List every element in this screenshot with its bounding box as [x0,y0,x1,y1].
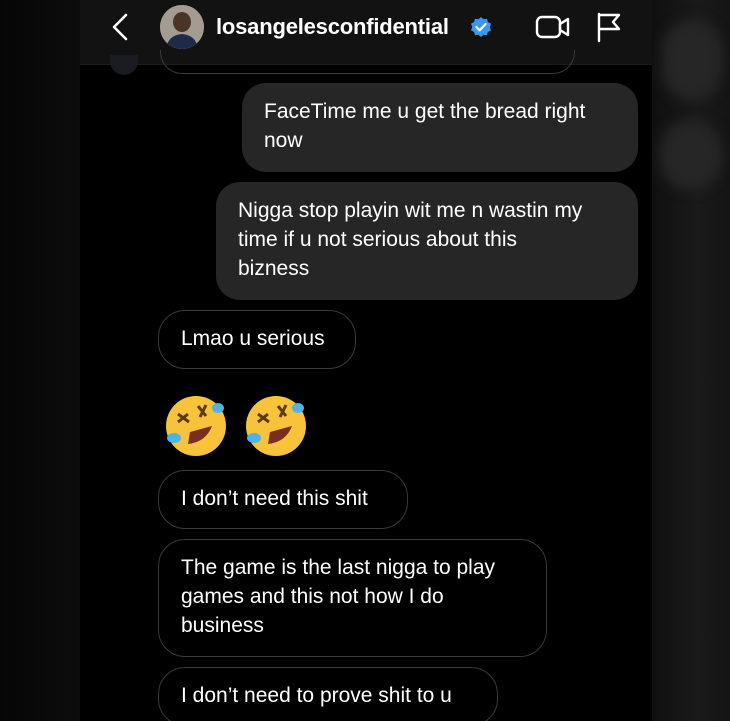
message-bubble-sent[interactable]: Nigga stop playin wit me n wastin my tim… [216,182,638,300]
background-right [652,0,730,721]
chevron-left-icon[interactable] [108,12,132,42]
flag-icon[interactable] [595,11,623,43]
rolling-laughing-emoji-icon [246,396,306,456]
message-bubble-partial [160,50,575,74]
message-bubble-received[interactable]: The game is the last nigga to play games… [158,539,547,657]
video-call-icon[interactable] [535,13,571,41]
rolling-laughing-emoji-icon [166,396,226,456]
avatar[interactable] [160,5,204,49]
message-bubble-sent[interactable]: FaceTime me u get the bread right now [242,83,638,172]
message-bubble-received[interactable]: I don’t need this shit [158,470,408,529]
background-left [0,0,80,721]
message-bubble-received[interactable]: I don’t need to prove shit to u [158,667,498,721]
sender-avatar [110,55,138,75]
message-bubble-received[interactable]: Lmao u serious [158,310,356,369]
username[interactable]: losangelesconfidential [216,14,449,40]
verified-badge-icon [471,17,491,37]
chat-screen: losangelesconfidential FaceTime me u get… [80,0,652,721]
